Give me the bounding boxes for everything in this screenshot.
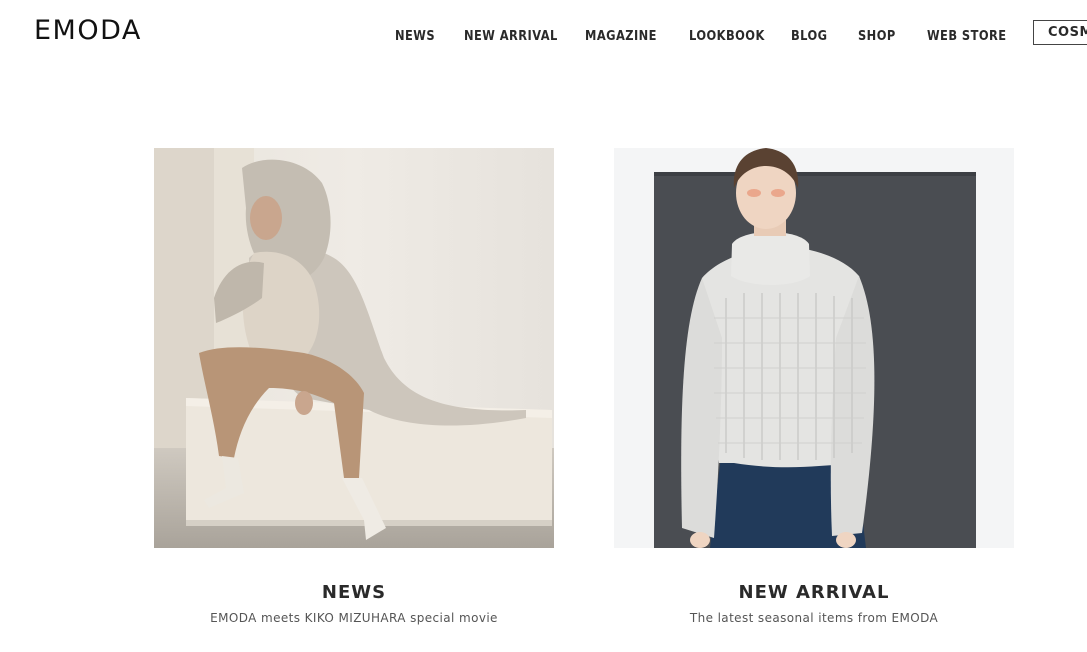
site-header: EMODA NEWS NEW ARRIVAL MAGAZINE LOOKBOOK… — [0, 0, 1087, 70]
nav-item-new-arrival[interactable]: NEW ARRIVAL — [464, 28, 558, 46]
news-card-title[interactable]: NEWS — [154, 582, 554, 604]
nav-cosme-button[interactable]: COSME — [1033, 20, 1087, 45]
nav-item-magazine[interactable]: MAGAZINE — [585, 28, 657, 46]
main-nav: NEWS NEW ARRIVAL MAGAZINE LOOKBOOK BLOG … — [0, 0, 1087, 70]
nav-item-news[interactable]: NEWS — [395, 28, 435, 46]
news-photo — [154, 148, 554, 548]
nav-item-shop[interactable]: SHOP — [858, 28, 896, 46]
new-arrival-photo — [614, 148, 1014, 548]
news-card-image[interactable] — [154, 148, 554, 548]
new-arrival-card-title[interactable]: NEW ARRIVAL — [614, 582, 1014, 604]
new-arrival-card-subtitle: The latest seasonal items from EMODA — [689, 611, 939, 625]
nav-item-blog[interactable]: BLOG — [791, 28, 827, 46]
new-arrival-card-image[interactable] — [614, 148, 1014, 548]
new-arrival-card[interactable]: NEW ARRIVAL The latest seasonal items fr… — [614, 148, 1014, 626]
news-card-subtitle: EMODA meets KIKO MIZUHARA special movie — [210, 611, 498, 625]
nav-item-web-store[interactable]: WEB STORE — [927, 28, 1006, 46]
news-card[interactable]: NEWS EMODA meets KIKO MIZUHARA special m… — [154, 148, 554, 626]
nav-item-lookbook[interactable]: LOOKBOOK — [689, 28, 765, 46]
